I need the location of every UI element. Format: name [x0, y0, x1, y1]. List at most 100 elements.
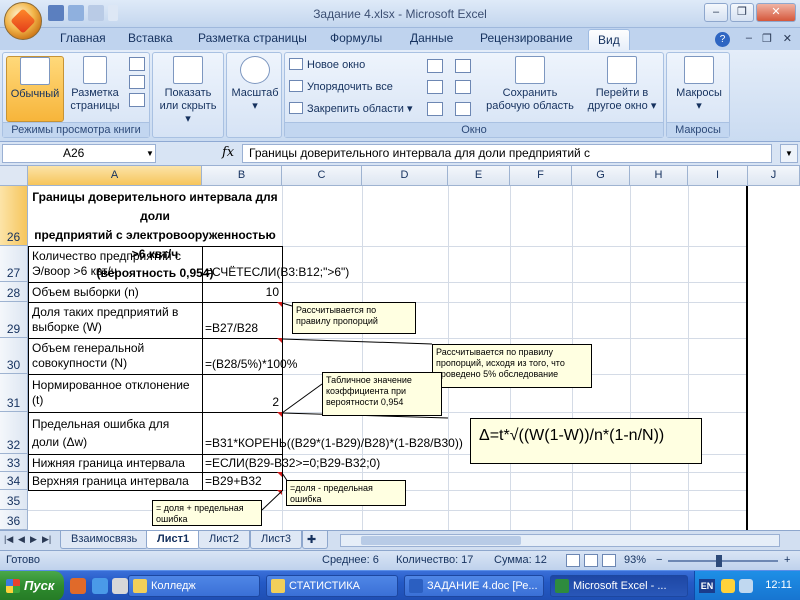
insert-function-button[interactable]: fx — [222, 145, 234, 160]
full-screen-icon[interactable] — [129, 93, 145, 107]
office-button[interactable] — [4, 2, 42, 40]
view-side-by-side-icon[interactable] — [455, 59, 471, 73]
close-button[interactable]: ✕ — [756, 3, 796, 22]
ribbon-tabs: Главная Вставка Разметка страницы Формул… — [0, 28, 800, 51]
start-button[interactable]: Пуск — [0, 571, 64, 600]
new-window-label: Новое окно — [307, 59, 366, 71]
chevron-down-icon: ▾ — [696, 100, 702, 112]
tab-view[interactable]: Вид — [588, 29, 630, 51]
magnifier-icon — [240, 56, 270, 84]
title-bar: Задание 4.xlsx - Microsoft Excel – ❐ ✕ — [0, 0, 800, 28]
sheet-tab-active[interactable]: Лист1 — [146, 531, 201, 549]
page-layout-label-2: страницы — [70, 100, 120, 112]
ribbon-restore-icon[interactable]: ❐ — [762, 32, 772, 45]
arrange-all-label: Упорядочить все — [307, 81, 393, 93]
task-button[interactable]: ЗАДАНИЕ 4.doc [Ре... — [404, 575, 544, 597]
expand-formula-bar-icon[interactable]: ▼ — [780, 144, 798, 163]
page-layout-icon — [83, 56, 107, 84]
system-tray: EN 12:11 — [694, 571, 800, 600]
page-layout-view-button[interactable]: Разметка страницы — [67, 56, 123, 113]
name-box-dropdown-icon[interactable]: ▼ — [146, 149, 154, 158]
macros-button[interactable]: Макросы ▾ — [669, 56, 729, 113]
normal-view-button[interactable]: Обычный — [6, 56, 64, 122]
new-window-button[interactable]: Новое окно — [289, 56, 365, 74]
page-layout-view-icon[interactable] — [584, 554, 598, 567]
window-group-label: Окно — [285, 122, 663, 137]
show-hide-label-1: Показать — [164, 87, 212, 99]
restore-button[interactable]: ❐ — [730, 3, 754, 22]
arrange-all-button[interactable]: Упорядочить все — [289, 78, 393, 96]
windows-logo-icon — [6, 579, 20, 593]
show-hide-icon — [173, 56, 203, 84]
normal-view-label: Обычный — [10, 88, 60, 100]
zoom-in-icon[interactable]: + — [784, 554, 790, 566]
desktop-icon[interactable] — [112, 578, 128, 594]
sheet-tab[interactable]: Взаимосвязь — [60, 531, 149, 549]
group-workbook-views: Обычный Разметка страницы Режимы просмот… — [2, 52, 150, 138]
zoom-level[interactable]: 93% — [624, 554, 646, 566]
browser-icon[interactable] — [92, 578, 108, 594]
save-workspace-label-1: Сохранить — [502, 87, 558, 99]
ribbon-close-icon[interactable]: ✕ — [783, 32, 792, 45]
start-label: Пуск — [24, 578, 55, 593]
normal-view-icon — [20, 57, 50, 85]
page-break-preview-icon[interactable] — [129, 57, 145, 71]
tab-formulas[interactable]: Формулы — [330, 31, 382, 45]
tab-page-layout[interactable]: Разметка страницы — [198, 31, 307, 45]
minimize-button[interactable]: – — [704, 3, 728, 22]
status-sum: Сумма: 12 — [494, 554, 547, 566]
tab-data[interactable]: Данные — [410, 31, 453, 45]
ribbon-minimize-icon[interactable]: – — [746, 32, 752, 44]
hide-window-icon[interactable] — [427, 80, 443, 94]
unhide-window-icon[interactable] — [427, 102, 443, 116]
scrollbar-thumb[interactable] — [361, 536, 521, 545]
task-button[interactable]: Колледж — [128, 575, 260, 597]
macros-group-label: Макросы — [667, 122, 729, 137]
synchronous-scroll-icon[interactable] — [455, 80, 471, 94]
tab-review[interactable]: Рецензирование — [480, 31, 573, 45]
sheet-tab[interactable]: Лист2 — [198, 531, 251, 549]
freeze-panes-button[interactable]: Закрепить области ▾ — [289, 100, 412, 118]
prev-sheet-icon[interactable]: ◀ — [18, 534, 25, 545]
last-sheet-icon[interactable]: ▶| — [42, 534, 51, 545]
horizontal-scrollbar[interactable] — [340, 534, 780, 547]
zoom-slider-thumb[interactable] — [716, 555, 723, 567]
zoom-slider[interactable] — [668, 560, 778, 562]
group-window: Новое окно Упорядочить все Закрепить обл… — [284, 52, 664, 138]
task-button[interactable]: СТАТИСТИКА — [266, 575, 398, 597]
group-zoom: Масштаб ▾ — [226, 52, 282, 138]
folder-icon — [133, 579, 147, 593]
split-icon[interactable] — [427, 59, 443, 73]
tab-insert[interactable]: Вставка — [128, 31, 173, 45]
page-break-view-icon[interactable] — [602, 554, 616, 567]
first-sheet-icon[interactable]: |◀ — [4, 534, 13, 545]
save-workspace-button[interactable]: Сохранить рабочую область — [481, 56, 579, 113]
zoom-button[interactable]: Масштаб ▾ — [229, 56, 281, 113]
language-indicator[interactable]: EN — [699, 579, 715, 593]
next-sheet-icon[interactable]: ▶ — [30, 534, 37, 545]
task-button-active[interactable]: Microsoft Excel - ... — [550, 575, 688, 597]
name-box[interactable]: A26 — [2, 144, 156, 163]
show-hide-button[interactable]: Показать или скрыть ▾ — [155, 56, 221, 126]
quick-launch-icon[interactable] — [70, 578, 86, 594]
ribbon: Обычный Разметка страницы Режимы просмот… — [0, 50, 800, 142]
macros-button-label: Макросы — [676, 87, 722, 99]
save-workspace-icon — [515, 56, 545, 84]
help-icon[interactable]: ? — [715, 32, 730, 47]
sheet-tab[interactable]: Лист3 — [250, 531, 303, 549]
status-count: Количество: 17 — [396, 554, 474, 566]
normal-view-icon[interactable] — [566, 554, 580, 567]
zoom-out-icon[interactable]: − — [656, 554, 662, 566]
formula-input[interactable]: Границы доверительного интервала для дол… — [242, 144, 772, 163]
reset-window-position-icon[interactable] — [455, 102, 471, 116]
tab-home[interactable]: Главная — [60, 31, 106, 45]
worksheet-grid[interactable]: A B C D E F G H I J 26 27 28 29 30 31 32… — [0, 166, 800, 530]
custom-views-icon[interactable] — [129, 75, 145, 89]
task-label: СТАТИСТИКА — [289, 580, 360, 592]
volume-icon[interactable] — [739, 579, 753, 593]
insert-sheet-icon[interactable]: ✚ — [302, 531, 328, 549]
tray-icon[interactable] — [721, 579, 735, 593]
sheet-tab-bar: |◀ ◀ ▶ ▶| Взаимосвязь Лист1 Лист2 Лист3 … — [0, 530, 800, 550]
chevron-down-icon: ▾ — [185, 113, 191, 125]
switch-windows-button[interactable]: Перейти в другое окно ▾ — [581, 56, 663, 113]
